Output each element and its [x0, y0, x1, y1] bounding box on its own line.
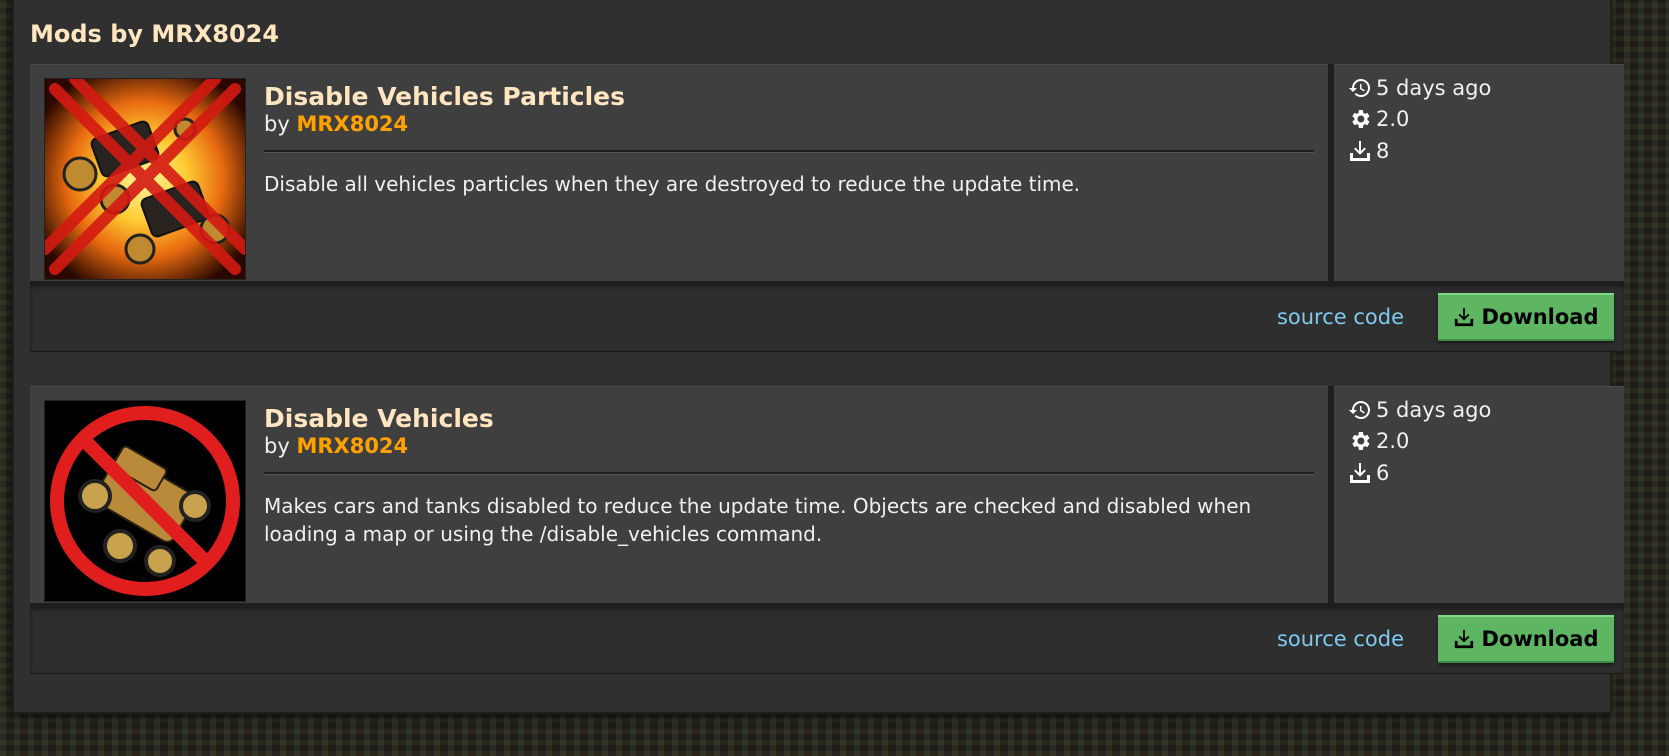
- source-code-link[interactable]: source code: [1277, 305, 1404, 329]
- download-button[interactable]: Download: [1438, 615, 1614, 663]
- history-icon: [1349, 401, 1370, 419]
- download-label: Download: [1481, 305, 1599, 329]
- version-stat: 2.0: [1348, 107, 1409, 131]
- gear-icon: [1352, 110, 1370, 128]
- author-link[interactable]: MRX8024: [296, 112, 408, 136]
- download-label: Download: [1481, 627, 1599, 651]
- downloads-stat: 8: [1348, 139, 1389, 163]
- history-icon: [1349, 79, 1370, 97]
- divider: [264, 150, 1314, 153]
- download-icon: [1455, 307, 1474, 327]
- mod-stats: 5 days ago 2.0 8: [1334, 64, 1624, 281]
- mod-card-footer: source code Download: [30, 607, 1624, 673]
- mod-card-footer: source code Download: [30, 285, 1624, 351]
- mod-summary: Makes cars and tanks disabled to reduce …: [264, 494, 1252, 546]
- gear-icon: [1352, 432, 1370, 450]
- crossed-out-car-fire-icon: [45, 79, 245, 279]
- mods-panel: Mods by MRX8024 Disable Vehicles Particl…: [14, 0, 1624, 712]
- mod-thumbnail[interactable]: [44, 400, 246, 602]
- updated-text: 5 days ago: [1376, 398, 1492, 422]
- version-stat: 2.0: [1348, 429, 1409, 453]
- by-prefix: by: [264, 112, 290, 136]
- version-text: 2.0: [1376, 429, 1410, 453]
- mod-title-link[interactable]: Disable Vehicles: [264, 404, 494, 433]
- mod-card-main: Disable Vehicles by MRX8024 Makes cars a…: [30, 386, 1328, 603]
- updated-stat: 5 days ago: [1348, 76, 1491, 100]
- mod-byline: by MRX8024: [264, 112, 408, 136]
- version-text: 2.0: [1376, 107, 1410, 131]
- mod-card: Disable Vehicles by MRX8024 Makes cars a…: [30, 386, 1624, 674]
- download-icon: [1350, 463, 1370, 483]
- by-prefix: by: [264, 434, 290, 458]
- download-button[interactable]: Download: [1438, 293, 1614, 341]
- downloads-text: 6: [1376, 461, 1390, 485]
- download-icon: [1455, 629, 1474, 649]
- updated-stat: 5 days ago: [1348, 398, 1491, 422]
- mod-card: Disable Vehicles Particles by MRX8024 Di…: [30, 64, 1624, 352]
- source-code-link[interactable]: source code: [1277, 627, 1404, 651]
- author-link[interactable]: MRX8024: [296, 434, 408, 458]
- mod-card-main: Disable Vehicles Particles by MRX8024 Di…: [30, 64, 1328, 281]
- mod-title-link[interactable]: Disable Vehicles Particles: [264, 82, 625, 111]
- mod-byline: by MRX8024: [264, 434, 408, 458]
- divider: [264, 472, 1314, 475]
- no-car-sign-icon: [45, 401, 245, 601]
- mod-summary: Disable all vehicles particles when they…: [264, 172, 1081, 196]
- download-icon: [1350, 141, 1370, 161]
- panel-title: Mods by MRX8024: [30, 20, 280, 48]
- downloads-text: 8: [1376, 139, 1390, 163]
- updated-text: 5 days ago: [1376, 76, 1492, 100]
- mod-thumbnail[interactable]: [44, 78, 246, 280]
- downloads-stat: 6: [1348, 461, 1389, 485]
- mod-stats: 5 days ago 2.0 6: [1334, 386, 1624, 603]
